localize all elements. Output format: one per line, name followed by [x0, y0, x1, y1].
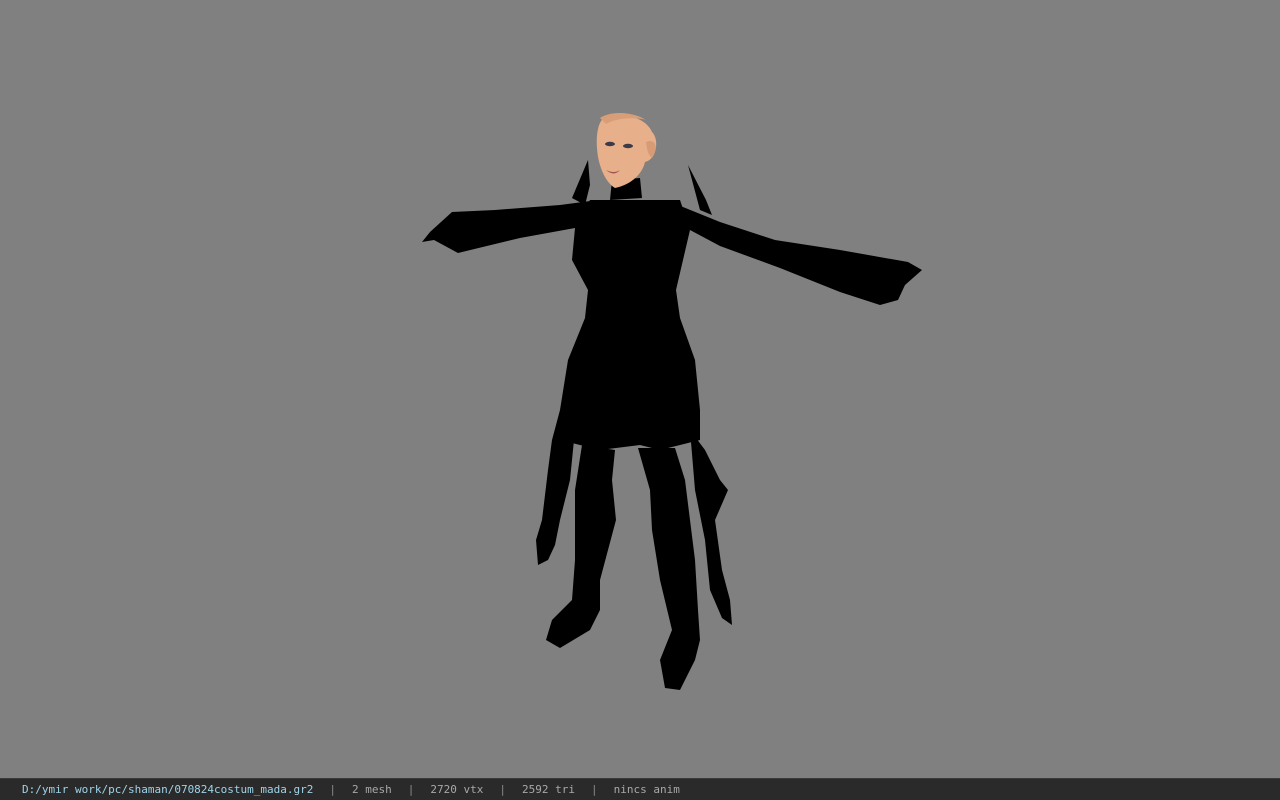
model-face [596, 115, 657, 188]
file-path-label: D:/ymir work/pc/shaman/070824costum_mada… [22, 783, 314, 796]
model-head [596, 113, 657, 188]
3d-viewport[interactable] [0, 0, 1280, 778]
status-bar: D:/ymir work/pc/shaman/070824costum_mada… [0, 778, 1280, 800]
status-separator: | [329, 783, 337, 796]
character-model[interactable] [0, 0, 1280, 778]
status-separator: | [499, 783, 507, 796]
animation-status-label: nincs anim [613, 783, 680, 796]
status-separator: | [591, 783, 598, 796]
model-body [422, 160, 922, 690]
vertex-count-label: 2720 vtx [430, 783, 484, 796]
triangle-count-label: 2592 tri [522, 783, 575, 796]
model-eye-left [605, 141, 615, 147]
model-eye-right [623, 143, 633, 149]
mesh-count-label: 2 mesh [352, 783, 392, 796]
status-separator: | [407, 783, 415, 796]
